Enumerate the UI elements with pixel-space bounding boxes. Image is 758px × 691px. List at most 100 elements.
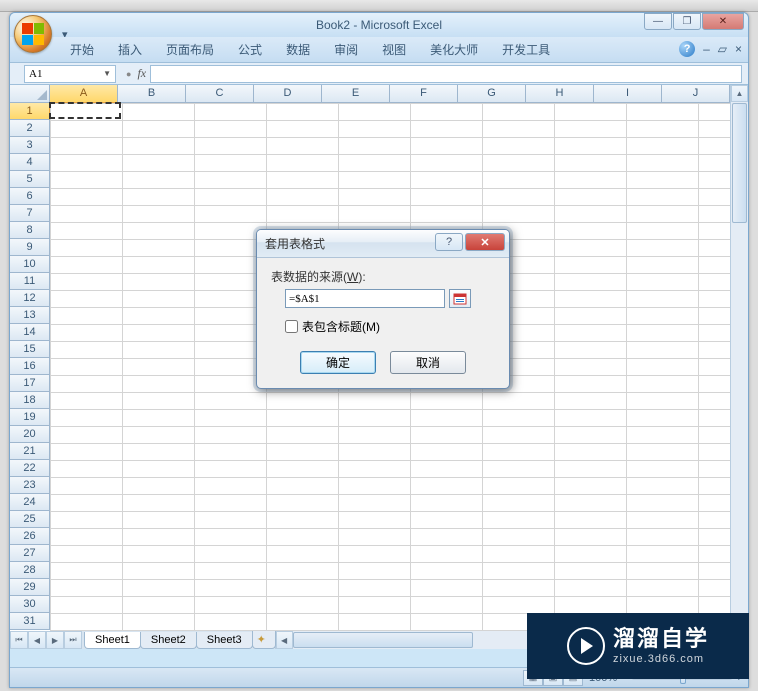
row-header[interactable]: 22 xyxy=(10,460,50,477)
watermark-overlay: 溜溜自学 zixue.3d66.com xyxy=(527,613,749,679)
doc-minimize-icon[interactable]: – xyxy=(703,42,710,56)
row-header[interactable]: 25 xyxy=(10,511,50,528)
new-sheet-button[interactable]: ✦ xyxy=(252,631,276,649)
range-input[interactable] xyxy=(285,289,445,308)
column-header[interactable]: H xyxy=(526,85,594,103)
row-header[interactable]: 28 xyxy=(10,562,50,579)
row-header[interactable]: 8 xyxy=(10,222,50,239)
dialog-help-button[interactable]: ? xyxy=(435,233,463,251)
has-headers-checkbox[interactable] xyxy=(285,320,298,333)
selected-cell-marquee xyxy=(49,102,121,119)
row-header[interactable]: 29 xyxy=(10,579,50,596)
row-header[interactable]: 5 xyxy=(10,171,50,188)
row-header[interactable]: 10 xyxy=(10,256,50,273)
doc-close-icon[interactable]: × xyxy=(735,42,742,56)
watermark-title: 溜溜自学 xyxy=(613,626,709,652)
row-header[interactable]: 26 xyxy=(10,528,50,545)
sheet-nav-next[interactable]: ▶ xyxy=(46,631,64,649)
row-header[interactable]: 7 xyxy=(10,205,50,222)
row-header[interactable]: 19 xyxy=(10,409,50,426)
ribbon-tabs: 开始 插入 页面布局 公式 数据 审阅 视图 美化大师 开发工具 ? – ▱ × xyxy=(10,37,748,63)
tab-review[interactable]: 审阅 xyxy=(322,37,370,62)
tab-developer[interactable]: 开发工具 xyxy=(490,37,562,62)
tab-pagelayout[interactable]: 页面布局 xyxy=(154,37,226,62)
office-button[interactable] xyxy=(14,15,52,53)
select-all-button[interactable] xyxy=(10,85,50,103)
row-header[interactable]: 18 xyxy=(10,392,50,409)
sheet-nav-last[interactable]: ⏭ xyxy=(64,631,82,649)
row-header[interactable]: 24 xyxy=(10,494,50,511)
titlebar: ▾ Book2 - Microsoft Excel — ❐ ✕ xyxy=(10,13,748,37)
doc-restore-icon[interactable]: ▱ xyxy=(718,42,727,56)
row-header[interactable]: 21 xyxy=(10,443,50,460)
row-header[interactable]: 12 xyxy=(10,290,50,307)
row-header[interactable]: 3 xyxy=(10,137,50,154)
ok-button[interactable]: 确定 xyxy=(300,351,376,374)
name-box-dropdown-icon[interactable]: ▼ xyxy=(103,69,111,78)
format-as-table-dialog: 套用表格式 ? ✕ 表数据的来源(W): 表包含标题(M) 确定 xyxy=(256,229,510,389)
column-header[interactable]: A xyxy=(50,85,118,103)
column-header[interactable]: B xyxy=(118,85,186,103)
row-header[interactable]: 17 xyxy=(10,375,50,392)
formula-input[interactable] xyxy=(150,65,742,83)
row-header[interactable]: 23 xyxy=(10,477,50,494)
tab-insert[interactable]: 插入 xyxy=(106,37,154,62)
vscroll-thumb[interactable] xyxy=(732,103,747,223)
dialog-titlebar[interactable]: 套用表格式 ? ✕ xyxy=(257,230,509,258)
column-header[interactable]: D xyxy=(254,85,322,103)
row-header[interactable]: 14 xyxy=(10,324,50,341)
row-header[interactable]: 11 xyxy=(10,273,50,290)
hscroll-thumb[interactable] xyxy=(293,632,473,648)
source-label: 表数据的来源(W): xyxy=(271,268,495,285)
window-title: Book2 - Microsoft Excel xyxy=(316,18,442,32)
excel-window: ▾ Book2 - Microsoft Excel — ❐ ✕ 开始 插入 页面… xyxy=(9,12,749,688)
tab-beautify[interactable]: 美化大师 xyxy=(418,37,490,62)
formula-bar: A1 ▼ ● fx xyxy=(10,63,748,85)
sheet-tab-2[interactable]: Sheet2 xyxy=(140,632,197,649)
column-header[interactable]: G xyxy=(458,85,526,103)
sheet-nav-first[interactable]: ⏮ xyxy=(10,631,28,649)
tab-view[interactable]: 视图 xyxy=(370,37,418,62)
formula-expand-icon[interactable]: ● xyxy=(126,69,131,79)
name-box-value: A1 xyxy=(29,68,42,80)
row-header[interactable]: 31 xyxy=(10,613,50,630)
row-header[interactable]: 6 xyxy=(10,188,50,205)
row-header[interactable]: 1 xyxy=(10,103,50,120)
cancel-button[interactable]: 取消 xyxy=(390,351,466,374)
play-icon xyxy=(567,627,605,665)
dialog-title-text: 套用表格式 xyxy=(265,235,325,252)
scroll-left-icon[interactable]: ◀ xyxy=(276,631,293,649)
row-header[interactable]: 15 xyxy=(10,341,50,358)
column-header[interactable]: F xyxy=(390,85,458,103)
row-header[interactable]: 9 xyxy=(10,239,50,256)
column-header[interactable]: C xyxy=(186,85,254,103)
row-header[interactable]: 2 xyxy=(10,120,50,137)
name-box[interactable]: A1 ▼ xyxy=(24,65,116,83)
scroll-up-icon[interactable]: ▲ xyxy=(731,85,748,102)
row-header[interactable]: 13 xyxy=(10,307,50,324)
close-button[interactable]: ✕ xyxy=(702,13,744,30)
row-header[interactable]: 27 xyxy=(10,545,50,562)
watermark-url: zixue.3d66.com xyxy=(613,653,709,666)
sheet-nav-prev[interactable]: ◀ xyxy=(28,631,46,649)
row-header[interactable]: 16 xyxy=(10,358,50,375)
range-selector-button[interactable] xyxy=(449,289,471,308)
tab-formulas[interactable]: 公式 xyxy=(226,37,274,62)
vertical-scrollbar[interactable]: ▲ ▼ xyxy=(730,85,748,631)
sheet-tab-3[interactable]: Sheet3 xyxy=(196,632,253,649)
maximize-button[interactable]: ❐ xyxy=(673,13,701,30)
row-header[interactable]: 4 xyxy=(10,154,50,171)
sheet-tab-1[interactable]: Sheet1 xyxy=(84,632,141,649)
column-header[interactable]: J xyxy=(662,85,730,103)
has-headers-label: 表包含标题(M) xyxy=(302,318,380,335)
help-icon[interactable]: ? xyxy=(679,41,695,57)
minimize-button[interactable]: — xyxy=(644,13,672,30)
dialog-close-button[interactable]: ✕ xyxy=(465,233,505,251)
tab-data[interactable]: 数据 xyxy=(274,37,322,62)
fx-label[interactable]: fx xyxy=(137,66,146,81)
tab-home[interactable]: 开始 xyxy=(58,37,106,62)
row-header[interactable]: 30 xyxy=(10,596,50,613)
column-header[interactable]: I xyxy=(594,85,662,103)
row-header[interactable]: 20 xyxy=(10,426,50,443)
column-header[interactable]: E xyxy=(322,85,390,103)
